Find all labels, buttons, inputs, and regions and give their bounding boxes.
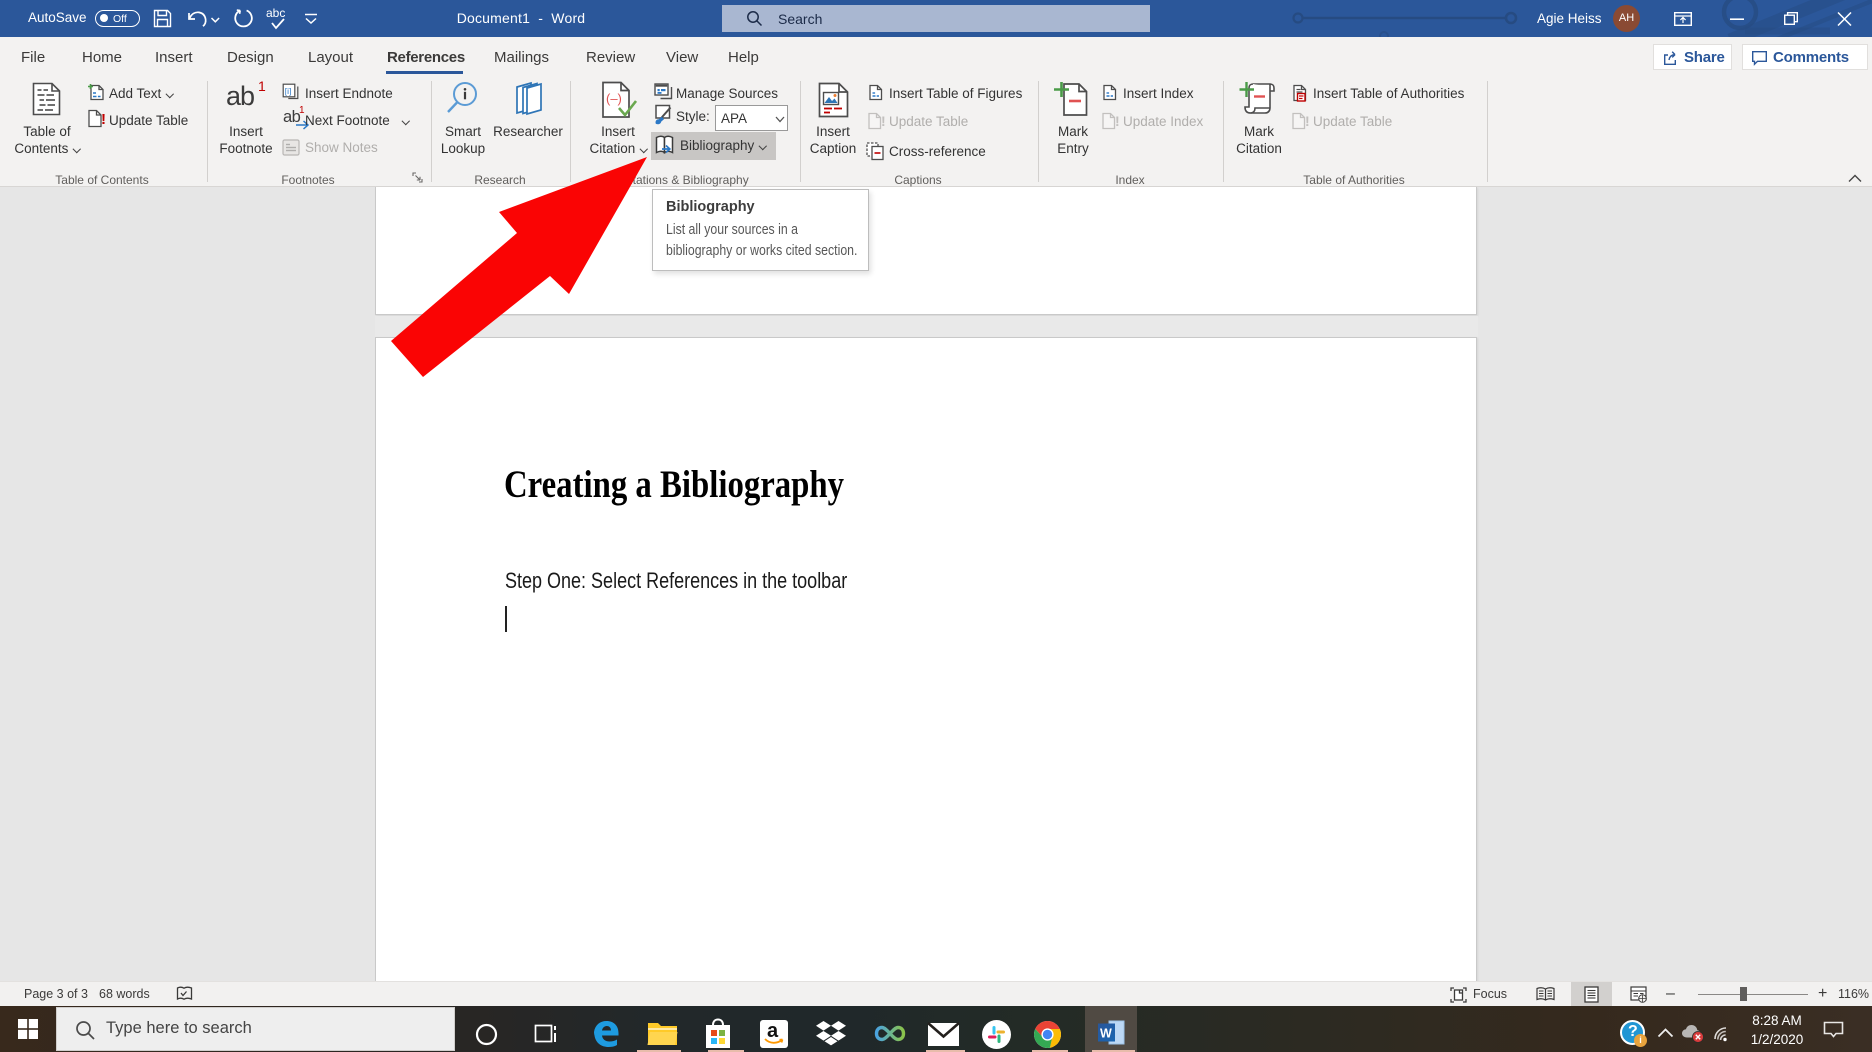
svg-text:W: W [1100,1027,1112,1041]
svg-text:!: ! [1115,113,1120,129]
svg-text:[i]: [i] [285,86,292,96]
svg-text:!: ! [881,113,886,129]
svg-text:!: ! [1305,113,1310,129]
svg-text:abc: abc [266,6,285,20]
svg-text:!: ! [101,111,106,128]
svg-text:(–): (–) [606,91,622,106]
